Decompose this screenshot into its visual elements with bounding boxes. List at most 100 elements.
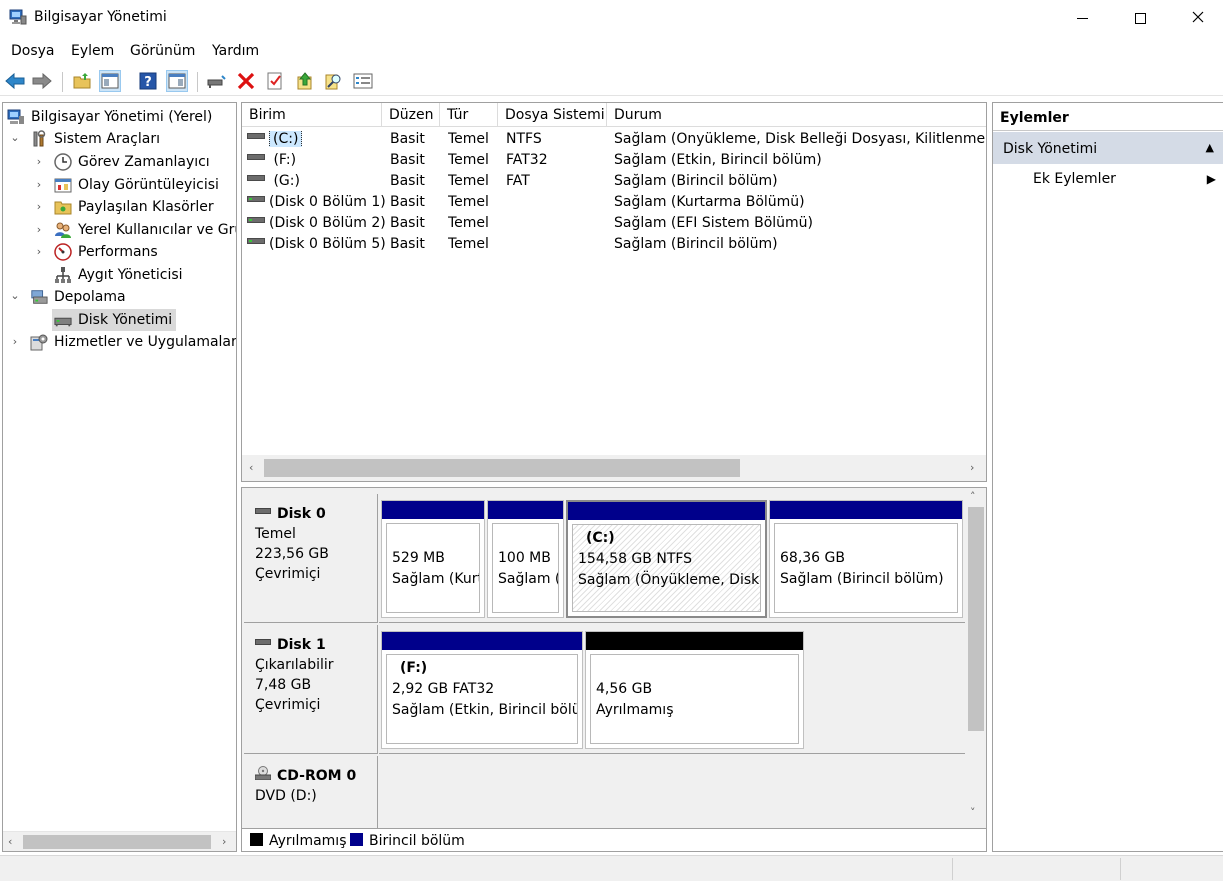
delete-button[interactable] — [235, 70, 257, 92]
column-header-volume[interactable]: Birim — [242, 103, 382, 127]
scroll-left-icon[interactable]: ‹ — [249, 461, 253, 474]
expand-chevron-icon[interactable]: › — [33, 200, 45, 213]
scroll-down-icon[interactable]: ˅ — [970, 806, 976, 819]
up-folder-button[interactable] — [71, 70, 93, 92]
expand-chevron-icon[interactable]: › — [33, 155, 45, 168]
table-row[interactable]: (C:) Basit Temel NTFS Sağlam (Önyükleme,… — [242, 130, 986, 151]
tree-item-storage[interactable]: Depolama — [30, 286, 126, 308]
collapse-up-icon[interactable]: ▲ — [1206, 141, 1214, 154]
hard-disk-icon — [255, 639, 271, 645]
menu-file[interactable]: Dosya — [11, 43, 55, 59]
tree-label-shared-folders: Paylaşılan Klasörler — [78, 199, 214, 215]
computer-management-icon — [7, 108, 25, 126]
scroll-left-icon[interactable]: ‹ — [8, 835, 12, 848]
list-scroll-thumb[interactable] — [264, 459, 740, 477]
tree-item-disk-management[interactable]: Disk Yönetimi — [52, 309, 177, 331]
close-icon — [1192, 9, 1204, 27]
table-row[interactable]: (G:) Basit Temel FAT Sağlam (Birincil bö… — [242, 172, 986, 193]
folder-up-icon — [73, 73, 91, 89]
cdrom-0-type: DVD (D:) — [255, 788, 317, 804]
table-row[interactable]: (F:) Basit Temel FAT32 Sağlam (Etkin, Bi… — [242, 151, 986, 172]
settings-list-button[interactable] — [352, 70, 374, 92]
collapse-chevron-icon[interactable]: ⌄ — [9, 289, 21, 302]
partition-c[interactable]: (C:) 154,58 GB NTFS Sağlam (Önyükleme, D… — [566, 500, 767, 618]
expand-chevron-icon[interactable]: › — [33, 178, 45, 191]
column-header-layout[interactable]: Düzen — [382, 103, 440, 127]
scroll-right-icon[interactable]: › — [970, 461, 974, 474]
partition-efi[interactable]: 100 MB Sağlam (EFI Sistem Bölümü) — [487, 500, 564, 618]
show-hide-action-pane-button[interactable] — [166, 70, 188, 92]
partition-f[interactable]: (F:) 2,92 GB FAT32 Sağlam (Etkin, Birinc… — [381, 631, 583, 749]
volume-list: Birim Düzen Tür Dosya Sistemi Durum (C:)… — [241, 102, 987, 482]
table-row[interactable]: (Disk 0 Bölüm 2) Basit Temel Sağlam (EFI… — [242, 214, 986, 235]
console-tree: Bilgisayar Yönetimi (Yerel) ⌄ Sistem Ara… — [2, 102, 237, 852]
unallocated-bar — [586, 632, 803, 650]
tree-item-device-manager[interactable]: Aygıt Yöneticisi — [54, 264, 183, 286]
volume-icon — [247, 154, 265, 160]
tree-item-performance[interactable]: Performans — [54, 241, 158, 263]
tree-item-task-scheduler[interactable]: Görev Zamanlayıcı — [54, 151, 210, 173]
partition-primary-5[interactable]: 68,36 GB Sağlam (Birincil bölüm) — [769, 500, 963, 618]
connect-drive-button[interactable] — [205, 70, 227, 92]
primary-partition-bar — [382, 501, 484, 519]
partition-status: Sağlam (Kurtarma Bölümü) — [392, 571, 479, 587]
volume-name: (Disk 0 Bölüm 2) — [269, 215, 386, 231]
menu-view[interactable]: Görünüm — [130, 43, 195, 59]
collapse-chevron-icon[interactable]: ⌄ — [9, 131, 21, 144]
tree-item-local-users[interactable]: Yerel Kullanıcılar ve Gruplar — [54, 219, 236, 241]
actions-group-disk-management[interactable]: Disk Yönetimi ▲ — [993, 132, 1223, 164]
disk-0-label[interactable]: Disk 0 Temel 223,56 GB Çevrimiçi — [244, 494, 378, 623]
primary-partition-bar — [568, 502, 765, 520]
tree-label-task-scheduler: Görev Zamanlayıcı — [78, 154, 210, 170]
disk-scroll-thumb[interactable] — [968, 507, 984, 731]
minimize-button[interactable] — [1053, 0, 1111, 36]
show-hide-tree-button[interactable] — [99, 70, 121, 92]
expand-chevron-icon[interactable]: › — [33, 223, 45, 236]
table-row[interactable]: (Disk 0 Bölüm 1) Basit Temel Sağlam (Kur… — [242, 193, 986, 214]
tree-scroll-thumb[interactable] — [23, 835, 211, 849]
legend-primary: Birincil bölüm — [369, 833, 465, 849]
close-button[interactable] — [1169, 0, 1223, 36]
svg-text:?: ? — [144, 75, 152, 90]
partition-status: Sağlam (Önyükleme, Disk Belleği Dosyası) — [578, 572, 760, 588]
back-button[interactable] — [4, 70, 26, 92]
partition-status: Sağlam (EFI Sistem Bölümü) — [498, 571, 558, 587]
list-horizontal-scrollbar[interactable]: ‹ › — [242, 455, 986, 481]
find-button[interactable] — [323, 70, 345, 92]
maximize-button[interactable] — [1111, 0, 1169, 36]
disk-vertical-scrollbar[interactable]: ˄ ˅ — [965, 488, 986, 828]
expand-chevron-icon[interactable]: › — [9, 335, 21, 348]
refresh-button[interactable] — [294, 70, 316, 92]
scroll-up-icon[interactable]: ˄ — [970, 490, 976, 503]
tree-item-shared-folders[interactable]: Paylaşılan Klasörler — [54, 196, 214, 218]
forward-button[interactable] — [31, 70, 53, 92]
menu-action[interactable]: Eylem — [71, 43, 114, 59]
help-button[interactable]: ? — [137, 70, 159, 92]
partition-recovery[interactable]: 529 MB Sağlam (Kurtarma Bölümü) — [381, 500, 485, 618]
disk-1-label[interactable]: Disk 1 Çıkarılabilir 7,48 GB Çevrimiçi — [244, 625, 378, 754]
menu-help[interactable]: Yardım — [212, 43, 259, 59]
partition-unallocated[interactable]: 4,56 GB Ayrılmamış — [585, 631, 804, 749]
column-header-status[interactable]: Durum — [607, 103, 986, 127]
properties-check-icon — [267, 72, 282, 90]
tree-item-event-viewer[interactable]: Olay Görüntüleyicisi — [54, 174, 219, 196]
tree-label-storage: Depolama — [54, 289, 126, 305]
cdrom-0-label[interactable]: CD-ROM 0 DVD (D:) — [244, 756, 378, 828]
status-cell: Sağlam (Etkin, Birincil bölüm) — [614, 152, 822, 168]
tree-label-disk-management: Disk Yönetimi — [78, 312, 173, 328]
expand-chevron-icon[interactable]: › — [33, 245, 45, 258]
properties-button[interactable] — [264, 70, 286, 92]
action-more-actions[interactable]: Ek Eylemler ▶ — [993, 168, 1223, 192]
disk-graphical-view: Disk 0 Temel 223,56 GB Çevrimiçi 529 MB … — [241, 487, 987, 852]
tree-item-system-tools[interactable]: Sistem Araçları — [30, 128, 160, 150]
column-header-filesystem[interactable]: Dosya Sistemi — [498, 103, 607, 127]
partition-size: 68,36 GB — [780, 550, 845, 566]
column-header-type[interactable]: Tür — [440, 103, 498, 127]
tree-horizontal-scrollbar[interactable]: ‹ › — [3, 831, 236, 851]
tree-item-services[interactable]: Hizmetler ve Uygulamalar — [30, 331, 236, 353]
disk-1-partitions: (F:) 2,92 GB FAT32 Sağlam (Etkin, Birinc… — [379, 625, 965, 754]
tree-item-root[interactable]: Bilgisayar Yönetimi (Yerel) — [7, 106, 212, 128]
layout-cell: Basit — [390, 173, 425, 189]
table-row[interactable]: (Disk 0 Bölüm 5) Basit Temel Sağlam (Bir… — [242, 235, 986, 256]
scroll-right-icon[interactable]: › — [222, 835, 226, 848]
